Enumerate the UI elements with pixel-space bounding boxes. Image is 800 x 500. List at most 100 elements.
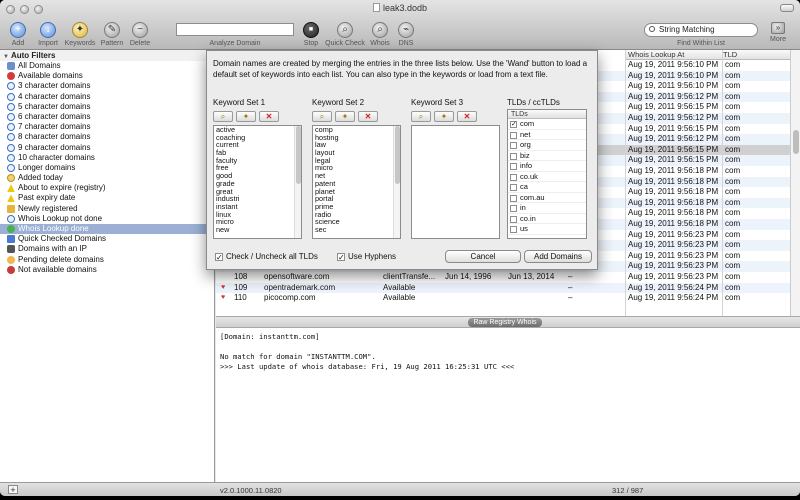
keyword-item[interactable]: micro bbox=[313, 164, 400, 172]
sidebar-item[interactable]: Not available domains bbox=[0, 265, 214, 275]
sidebar-item[interactable]: 3 character domains bbox=[0, 81, 214, 91]
clock-icon bbox=[7, 174, 15, 183]
find-within-list-input[interactable]: String Matching bbox=[644, 23, 758, 37]
table-row[interactable]: ♥ 110 picocomp.com Available – Aug 19, 2011 9… bbox=[216, 293, 790, 304]
sidebar-item[interactable]: Whois Lookup done bbox=[0, 224, 214, 235]
sidebar-item[interactable]: Added today bbox=[0, 173, 214, 183]
checkbox-icon[interactable] bbox=[510, 163, 517, 170]
sidebar-item[interactable]: All Domains bbox=[0, 61, 214, 71]
keyword-set-2-list[interactable]: comp hosting law layout legal micro net patent p… bbox=[312, 125, 401, 239]
tld-row[interactable]: info bbox=[508, 161, 586, 172]
load-file-icon[interactable]: ⌕ bbox=[312, 111, 332, 122]
stop-button[interactable]: ■ Stop bbox=[298, 22, 324, 47]
sidebar-item[interactable]: Longer domains bbox=[0, 163, 214, 173]
scroll-thumb[interactable] bbox=[296, 126, 301, 184]
table-row[interactable]: 108 opensoftware.com clientTransfe... Jun 1… bbox=[216, 272, 790, 283]
load-file-icon[interactable]: ⌕ bbox=[213, 111, 233, 122]
checkbox-checked-icon[interactable]: ✓ bbox=[510, 121, 517, 128]
column-header-tld[interactable]: TLD bbox=[723, 50, 737, 60]
table-scrollbar[interactable] bbox=[790, 50, 800, 316]
tld-row[interactable]: org bbox=[508, 140, 586, 151]
delete-button[interactable]: − Delete bbox=[126, 22, 154, 47]
sidebar-item[interactable]: 6 character domains bbox=[0, 112, 214, 122]
sidebar-item[interactable]: Pending delete domains bbox=[0, 255, 214, 265]
pattern-button[interactable]: ✎ Pattern bbox=[98, 22, 126, 47]
keyword-item[interactable]: hosting bbox=[313, 133, 400, 142]
checkbox-icon[interactable] bbox=[510, 142, 517, 149]
quick-check-button[interactable]: ⌕ Quick Check bbox=[324, 22, 366, 47]
scroll-thumb[interactable] bbox=[395, 126, 400, 184]
sidebar-item[interactable]: Newly registered bbox=[0, 204, 214, 214]
clear-icon[interactable]: ✕ bbox=[259, 111, 279, 122]
load-file-icon[interactable]: ⌕ bbox=[411, 111, 431, 122]
analyze-domain-input[interactable] bbox=[176, 23, 294, 36]
use-hyphens-checkbox[interactable]: ✓ Use Hyphens bbox=[337, 252, 396, 261]
whois-lookup-date: Aug 19, 2011 9:56:18 PM bbox=[628, 176, 719, 186]
tld-row[interactable]: com.au bbox=[508, 193, 586, 203]
tld-row[interactable]: net bbox=[508, 129, 586, 140]
whois-lookup-date: Aug 19, 2011 9:56:23 PM bbox=[628, 229, 719, 239]
keyword-set-1-scrollbar[interactable] bbox=[294, 126, 301, 238]
tld-name: net bbox=[520, 129, 531, 139]
sidebar-item[interactable]: 10 character domains bbox=[0, 153, 214, 163]
sidebar-item[interactable]: Whois Lookup not done bbox=[0, 214, 214, 224]
keyword-set-1-list[interactable]: active coaching current fab faculty free good g… bbox=[213, 125, 302, 239]
tld-row[interactable]: co.in bbox=[508, 214, 586, 224]
clear-icon[interactable]: ✕ bbox=[457, 111, 477, 122]
tld-row[interactable]: in bbox=[508, 203, 586, 214]
sidebar-item[interactable]: Available domains bbox=[0, 71, 214, 81]
checkbox-icon[interactable] bbox=[510, 152, 517, 160]
sidebar-item[interactable]: 5 character domains bbox=[0, 102, 214, 112]
sidebar-item[interactable]: Past expiry date bbox=[0, 193, 214, 203]
add-button[interactable]: + Add bbox=[4, 22, 32, 47]
column-header-whois-lookup-at[interactable]: Whois Lookup At bbox=[628, 50, 684, 60]
sidebar-header[interactable]: ▼ Auto Filters bbox=[0, 50, 214, 61]
wand-icon[interactable]: ✦ bbox=[335, 111, 355, 122]
keyword-set-2-scrollbar[interactable] bbox=[393, 126, 400, 238]
tld-row[interactable]: ca bbox=[508, 182, 586, 193]
available-heart-icon: ♥ bbox=[221, 283, 226, 291]
tld-row[interactable]: us bbox=[508, 224, 586, 235]
add-domains-button[interactable]: Add Domains bbox=[524, 250, 592, 263]
sidebar-item[interactable]: 9 character domains bbox=[0, 143, 214, 153]
whois-button[interactable]: ⌕ Whois bbox=[367, 22, 393, 47]
disclosure-triangle-icon[interactable]: ▼ bbox=[3, 54, 9, 60]
raw-registry-whois-button[interactable]: Raw Registry Whois bbox=[468, 318, 542, 327]
clear-icon[interactable]: ✕ bbox=[358, 111, 378, 122]
table-row[interactable]: ♥ 109 opentrademark.com Available – Aug 19, 2… bbox=[216, 282, 790, 294]
more-button[interactable]: » More bbox=[766, 22, 790, 43]
keyword-item[interactable]: current bbox=[214, 141, 301, 149]
wand-icon[interactable]: ✦ bbox=[236, 111, 256, 122]
checkbox-icon[interactable] bbox=[510, 131, 517, 139]
checkbox-icon[interactable] bbox=[510, 194, 517, 202]
keyword-item[interactable]: new bbox=[214, 226, 301, 234]
checkbox-icon[interactable] bbox=[510, 173, 517, 181]
tld-row[interactable]: co.uk bbox=[508, 172, 586, 182]
checkbox-icon[interactable] bbox=[510, 205, 517, 212]
sidebar-item[interactable]: 8 character domains bbox=[0, 132, 214, 142]
add-filter-button[interactable]: + bbox=[8, 485, 18, 495]
dns-button[interactable]: ⌁ DNS bbox=[393, 22, 419, 47]
sidebar-item[interactable]: Domains with an IP bbox=[0, 244, 214, 254]
tld-row[interactable]: ✓ com bbox=[508, 119, 586, 130]
keywords-button[interactable]: ✦ Keywords bbox=[64, 22, 96, 47]
whois-lookup-date: Aug 19, 2011 9:56:18 PM bbox=[628, 197, 719, 207]
checkbox-icon[interactable] bbox=[510, 226, 517, 233]
split-view-divider[interactable]: Raw Registry Whois bbox=[216, 316, 800, 328]
import-button[interactable]: ↓ Import bbox=[34, 22, 62, 47]
check-all-tlds-checkbox[interactable]: ✓ Check / Uncheck all TLDs bbox=[215, 252, 318, 261]
sidebar-item[interactable]: 7 character domains bbox=[0, 122, 214, 132]
sidebar-item[interactable]: 4 character domains bbox=[0, 92, 214, 102]
sidebar-item[interactable]: About to expire (registry) bbox=[0, 183, 214, 193]
wand-icon[interactable]: ✦ bbox=[434, 111, 454, 122]
toolbar-toggle-button[interactable] bbox=[780, 4, 794, 12]
keyword-item[interactable]: sec bbox=[313, 226, 400, 234]
checkbox-icon[interactable] bbox=[510, 215, 517, 223]
keyword-set-3-list[interactable] bbox=[411, 125, 500, 239]
sidebar-item[interactable]: Quick Checked Domains bbox=[0, 234, 214, 244]
checkbox-icon[interactable] bbox=[510, 184, 517, 191]
tld-row[interactable]: biz bbox=[508, 151, 586, 161]
cancel-button[interactable]: Cancel bbox=[445, 250, 521, 263]
keyword-item[interactable]: science bbox=[313, 218, 400, 226]
table-scroll-thumb[interactable] bbox=[793, 130, 799, 154]
